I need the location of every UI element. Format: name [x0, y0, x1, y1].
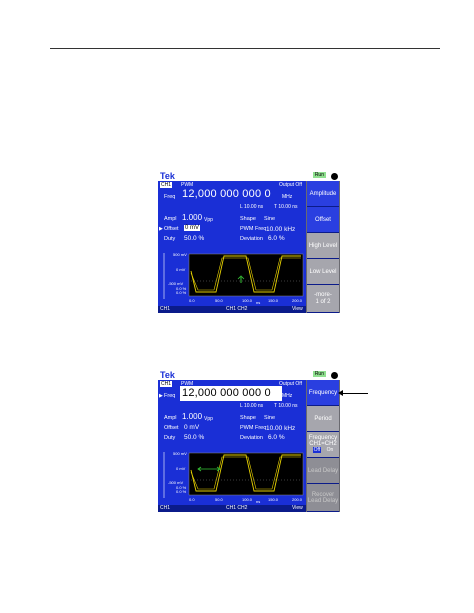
ampl-unit: Vpp [204, 416, 213, 422]
softkey-low-level[interactable]: Low Level [307, 259, 339, 285]
pwm-freq-label: PWM Freq [240, 226, 267, 232]
deviation-label: Deviation [240, 435, 263, 441]
ampl-unit: Vpp [204, 217, 213, 223]
x-tick-4: 200.0 [292, 497, 303, 502]
softkey-lead-delay[interactable]: Lead Delay [307, 458, 339, 484]
pwm-freq-label: PWM Freq [240, 425, 267, 431]
brand-logo: Tek [160, 371, 175, 380]
freq-unit: MHz [282, 194, 293, 200]
run-mode-indicator: Run [312, 371, 326, 377]
lead-time: L 10.00 ns [240, 403, 264, 409]
freq-label: Freq [164, 393, 176, 399]
waveform-display: 500 mV 0 mV -500 mV 0.0 % 0.0 % 0.0 50.0… [158, 450, 306, 505]
status-bar: Tek Run [158, 371, 340, 380]
selection-pointer-icon: ▶ [159, 226, 163, 232]
x-tick-1: 50.0 [215, 497, 223, 502]
run-mode-indicator: Run [312, 172, 326, 178]
softkey-frequency[interactable]: Frequency [307, 380, 339, 406]
channel-tabs[interactable]: CH1 CH2 [226, 505, 247, 511]
page-header-rule [50, 48, 440, 49]
x-tick-2: 100.0 [242, 497, 253, 502]
status-bar: Tek Run [158, 172, 340, 181]
pwm-freq-value[interactable]: 10.00 kHz [266, 226, 295, 233]
softkey-freq-link-label: Frequency CH1=CH2 [308, 435, 338, 447]
shape-label: Shape [240, 415, 256, 421]
lead-time: L 10.00 ns [240, 204, 264, 210]
view-tab[interactable]: View [292, 505, 303, 511]
offset-label: Offset [164, 425, 179, 431]
duty-label: Duty [164, 435, 176, 441]
bottom-channel-label: CH1 [160, 306, 171, 312]
x-tick-3: 150.0 [268, 497, 279, 502]
bottom-tab-bar: CH1 CH1 CH2 View [158, 306, 306, 313]
instrument-screen-top: Tek Run CH1 PWM Output Off Freq 12,000 0… [158, 172, 340, 313]
freq-unit: MHz [282, 393, 293, 399]
parameter-panel: CH1 PWM Output Off Freq 12,000 000 000 0… [158, 181, 306, 313]
waveform-plot [163, 452, 304, 498]
softkey-amplitude[interactable]: Amplitude [307, 181, 339, 207]
trail-time: T 10.00 ns [274, 403, 298, 409]
x-tick-2: 100.0 [242, 298, 253, 303]
softkey-toggle: Off On [312, 447, 334, 454]
softkey-frequency-ch1-ch2[interactable]: Frequency CH1=CH2 Off On [307, 432, 339, 458]
freq-value[interactable]: 12,000 000 000 0 [182, 188, 271, 200]
toggle-on: On [326, 447, 334, 453]
freq-value[interactable]: 12,000 000 000 0 [182, 387, 271, 399]
shape-value: Sine [264, 216, 276, 222]
selection-pointer-icon: ▶ [159, 393, 163, 399]
parameter-panel: CH1 PWM Output Off ▶ Freq 12,000 000 000… [158, 380, 306, 512]
offset-label: Offset [164, 226, 179, 232]
x-tick-1: 50.0 [215, 298, 223, 303]
waveform-display: 500 mV 0 mV -500 mV 0.0 % 0.0 % 0.0 50.0… [158, 251, 306, 306]
shape-value: Sine [264, 415, 276, 421]
x-tick-0: 0.0 [189, 298, 195, 303]
softkey-more[interactable]: -more- 1 of 2 [307, 285, 339, 313]
softkey-high-level[interactable]: High Level [307, 233, 339, 259]
instrument-screen-bottom: Tek Run CH1 PWM Output Off ▶ Freq 12,000… [158, 371, 340, 512]
duty-label: Duty [164, 236, 176, 242]
view-tab[interactable]: View [292, 306, 303, 312]
trail-time: T 10.00 ns [274, 204, 298, 210]
deviation-label: Deviation [240, 236, 263, 242]
x-tick-0: 0.0 [189, 497, 195, 502]
softkey-recover-lead-delay[interactable]: Recover Lead Delay [307, 484, 339, 512]
status-globe-icon [331, 372, 338, 379]
softkey-period[interactable]: Period [307, 406, 339, 432]
callout-line [342, 393, 368, 394]
channel-badge: CH1 [160, 182, 173, 188]
waveform-plot [163, 253, 304, 299]
bottom-tab-bar: CH1 CH1 CH2 View [158, 505, 306, 512]
x-tick-4: 200.0 [292, 298, 303, 303]
offset-value[interactable]: 0 mV [184, 424, 199, 431]
pwm-freq-value[interactable]: 10.00 kHz [266, 425, 295, 432]
channel-tabs[interactable]: CH1 CH2 [226, 306, 247, 312]
deviation-value[interactable]: 6.0 % [268, 434, 285, 441]
offset-edit-field[interactable]: 0 mV [184, 225, 201, 231]
duty-value[interactable]: 50.0 % [184, 434, 204, 441]
brand-logo: Tek [160, 172, 175, 181]
toggle-off: Off [312, 447, 322, 453]
ampl-value[interactable]: 1.000 [182, 213, 202, 222]
softkey-offset[interactable]: Offset [307, 207, 339, 233]
softkey-page-label: 1 of 2 [315, 298, 331, 305]
ampl-label: Ampl [164, 216, 177, 222]
x-unit: ns [256, 300, 261, 305]
softkey-column: Frequency Period Frequency CH1=CH2 Off O… [306, 380, 340, 512]
channel-badge: CH1 [160, 381, 173, 387]
deviation-value[interactable]: 6.0 % [268, 235, 285, 242]
softkey-column: Amplitude Offset High Level Low Level -m… [306, 181, 340, 313]
output-status: Output Off [279, 381, 302, 387]
bottom-channel-label: CH1 [160, 505, 171, 511]
output-status: Output Off [279, 182, 302, 188]
status-globe-icon [331, 173, 338, 180]
x-unit: ns [256, 499, 261, 504]
shape-label: Shape [240, 216, 256, 222]
x-tick-3: 150.0 [268, 298, 279, 303]
callout-arrow-icon [338, 390, 343, 396]
ampl-label: Ampl [164, 415, 177, 421]
softkey-more-label: -more- [314, 291, 332, 298]
freq-label: Freq [164, 194, 176, 200]
ampl-value[interactable]: 1.000 [182, 412, 202, 421]
duty-value[interactable]: 50.0 % [184, 235, 204, 242]
